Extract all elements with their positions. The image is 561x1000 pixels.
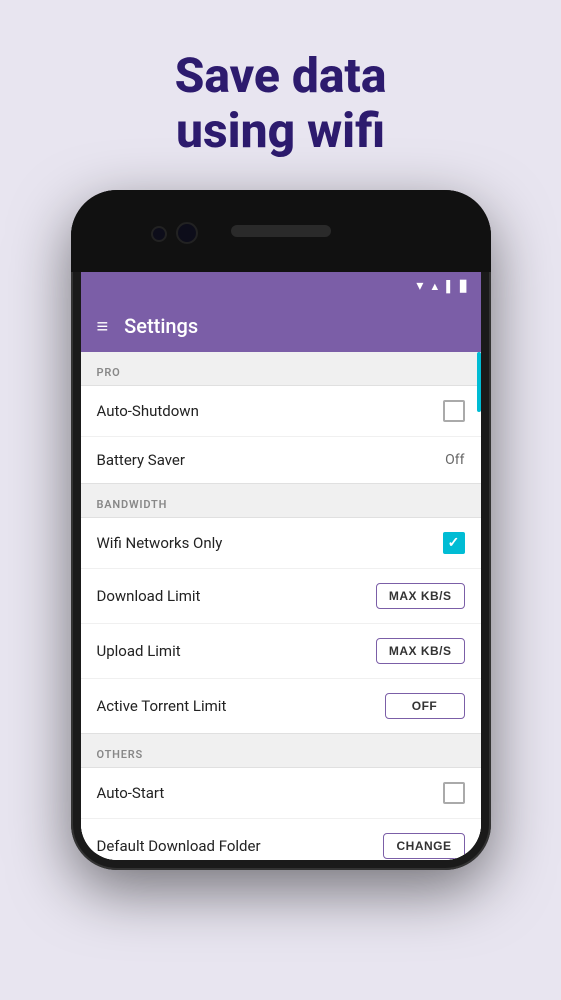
signal-icon: ▌ <box>446 280 454 293</box>
section-bandwidth-header: BANDWIDTH <box>81 484 481 517</box>
auto-start-checkbox[interactable] <box>443 782 465 804</box>
active-torrent-label: Active Torrent Limit <box>97 697 227 715</box>
row-battery-saver: Battery Saver Off <box>81 437 481 483</box>
wifi-icon: ▾ <box>416 278 423 294</box>
row-default-download-folder: Default Download Folder CHANGE <box>81 819 481 860</box>
battery-saver-label: Battery Saver <box>97 451 185 469</box>
change-folder-button[interactable]: CHANGE <box>383 833 464 859</box>
upload-limit-button[interactable]: MAX KB/S <box>376 638 465 664</box>
scrollbar[interactable] <box>476 352 481 860</box>
phone-top-bar <box>71 190 491 272</box>
wifi-symbol: ▲ <box>429 280 440 293</box>
settings-content: PRO Auto-Shutdown Battery Saver Off BAND… <box>81 352 481 860</box>
auto-start-label: Auto-Start <box>97 784 165 802</box>
auto-shutdown-label: Auto-Shutdown <box>97 402 199 420</box>
scrollbar-thumb <box>477 352 481 412</box>
section-others-header: OTHERS <box>81 734 481 767</box>
section-bandwidth-card: Wifi Networks Only ✓ Download Limit MAX … <box>81 517 481 734</box>
row-auto-shutdown: Auto-Shutdown <box>81 386 481 437</box>
upload-limit-label: Upload Limit <box>97 642 181 660</box>
hero-title: Save data using wifi <box>175 48 387 158</box>
battery-icon: ▊ <box>460 280 468 293</box>
section-pro-header: PRO <box>81 352 481 385</box>
phone-camera-right <box>176 222 198 244</box>
default-download-folder-label: Default Download Folder <box>97 837 261 855</box>
status-bar: ▾ ▲ ▌ ▊ <box>81 272 481 300</box>
hamburger-icon[interactable]: ≡ <box>97 314 109 339</box>
row-auto-start: Auto-Start <box>81 768 481 819</box>
active-torrent-button[interactable]: OFF <box>385 693 465 719</box>
row-active-torrent-limit: Active Torrent Limit OFF <box>81 679 481 733</box>
phone-shell: ▾ ▲ ▌ ▊ ≡ Settings PRO Auto <box>71 190 491 870</box>
app-bar: ≡ Settings <box>81 300 481 352</box>
hero-section: Save data using wifi <box>135 0 427 190</box>
download-limit-label: Download Limit <box>97 587 201 605</box>
phone-speaker <box>231 225 331 237</box>
row-upload-limit: Upload Limit MAX KB/S <box>81 624 481 679</box>
auto-shutdown-checkbox[interactable] <box>443 400 465 422</box>
row-wifi-networks-only: Wifi Networks Only ✓ <box>81 518 481 569</box>
phone-screen: ▾ ▲ ▌ ▊ ≡ Settings PRO Auto <box>81 272 481 860</box>
row-download-limit: Download Limit MAX KB/S <box>81 569 481 624</box>
section-others-card: Auto-Start Default Download Folder CHANG… <box>81 767 481 860</box>
section-pro-card: Auto-Shutdown Battery Saver Off <box>81 385 481 484</box>
download-limit-button[interactable]: MAX KB/S <box>376 583 465 609</box>
battery-saver-value: Off <box>445 452 464 468</box>
phone-camera-left <box>151 226 167 242</box>
app-bar-title: Settings <box>124 314 198 338</box>
wifi-networks-checkbox[interactable]: ✓ <box>443 532 465 554</box>
wifi-networks-label: Wifi Networks Only <box>97 534 223 552</box>
phone-wrapper: ▾ ▲ ▌ ▊ ≡ Settings PRO Auto <box>71 190 491 870</box>
